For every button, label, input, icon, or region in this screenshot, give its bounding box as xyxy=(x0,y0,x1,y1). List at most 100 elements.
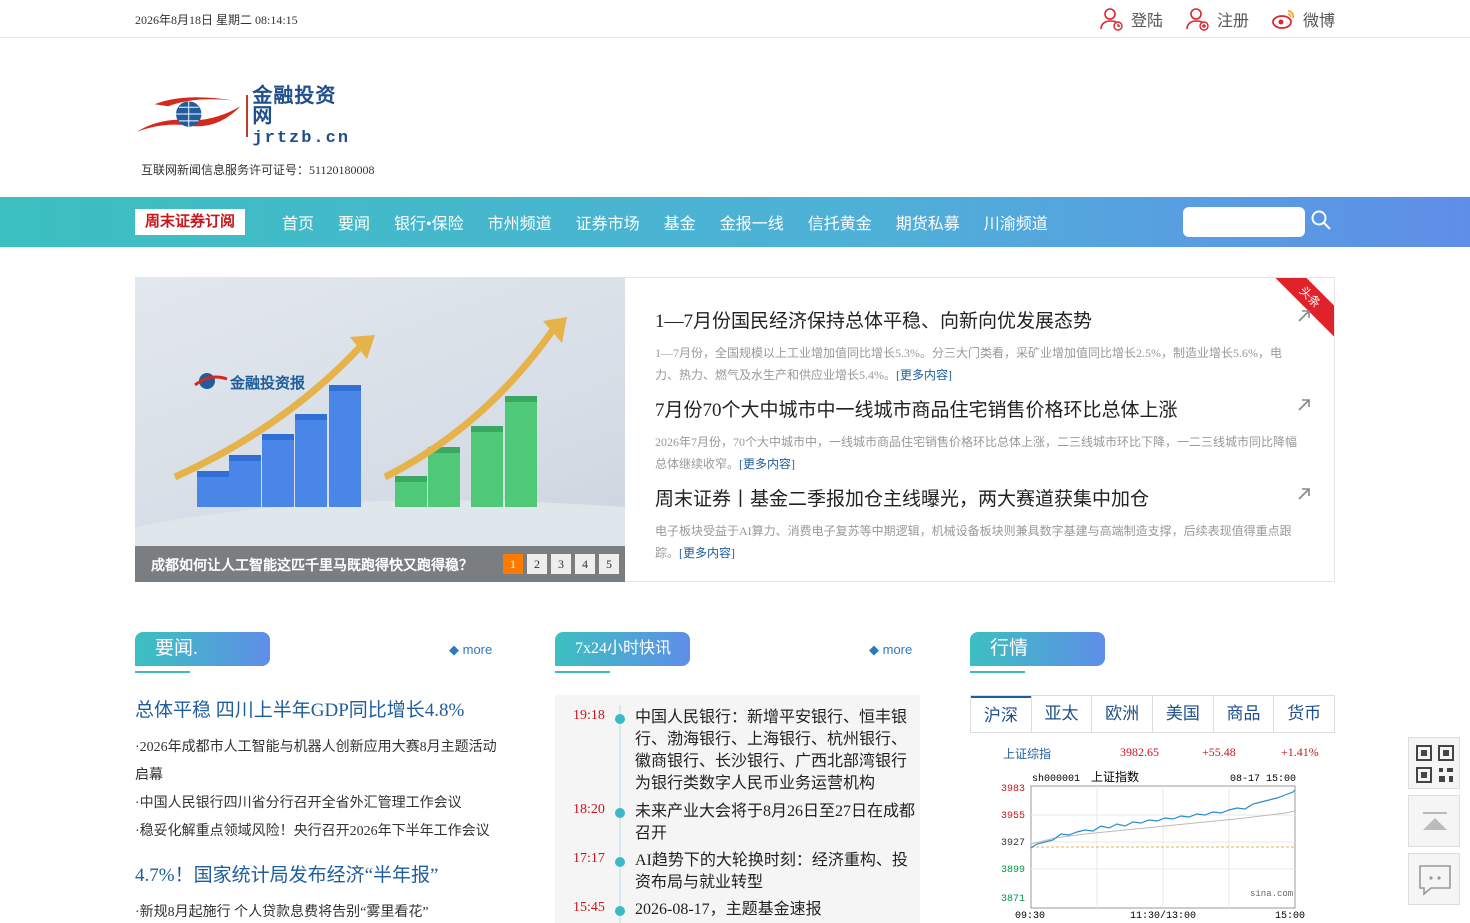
nav-menu: 首页 要闻 银行•保险 市州频道 证券市场 基金 金报一线 信托黄金 期货私募 … xyxy=(270,197,1060,247)
tab-asia-pacific[interactable]: 亚太 xyxy=(1030,696,1092,732)
slider-pager: 1 2 3 4 5 xyxy=(503,554,619,574)
chart-y-tick: 3927 xyxy=(1001,838,1025,849)
headline-more-link[interactable]: [更多内容] xyxy=(896,368,952,382)
nav-item-securities[interactable]: 证券市场 xyxy=(564,210,652,234)
register-link[interactable]: 注册 xyxy=(1185,6,1249,32)
index-percent: +1.41% xyxy=(1281,745,1319,759)
news-section-title: 要闻. xyxy=(135,632,270,666)
logo-en: jrtzb.cn xyxy=(252,128,351,148)
headline-more-link[interactable]: [更多内容] xyxy=(679,546,735,560)
chart-x-tick: 09:30 xyxy=(1015,911,1045,922)
nav-item-bank-insurance[interactable]: 银行•保险 xyxy=(382,210,476,234)
nav-item-fund[interactable]: 基金 xyxy=(652,210,708,234)
nav-item-home[interactable]: 首页 xyxy=(270,210,326,234)
news-item[interactable]: ·稳妥化解重点领域风险！央行召开2026年下半年工作会议 xyxy=(135,818,505,846)
login-link[interactable]: 登陆 xyxy=(1099,6,1163,32)
search-input[interactable] xyxy=(1183,207,1305,237)
headline-title[interactable]: 1—7月份国民经济保持总体平稳、向新向优发展态势 xyxy=(655,306,1300,333)
flash-text[interactable]: 中国人民银行：新增平安银行、恒丰银行、渤海银行、上海银行、杭州银行、徽商银行、长… xyxy=(635,707,917,795)
search-icon[interactable] xyxy=(1310,209,1332,231)
timeline-dot xyxy=(615,857,625,867)
news-more-link[interactable]: ◆ more xyxy=(449,642,492,658)
back-to-top-button[interactable] xyxy=(1408,795,1460,847)
site-logo[interactable]: 金融投资网 jrtzb.cn xyxy=(135,86,355,147)
flash-time: 15:45 xyxy=(573,900,605,915)
chart-date: 08-17 15:00 xyxy=(1230,774,1296,785)
weibo-label: 微博 xyxy=(1302,13,1335,30)
news-section-underline xyxy=(135,671,190,673)
timeline-dot xyxy=(615,808,625,818)
timeline-dot xyxy=(615,714,625,724)
market-tabs: 沪深 亚太 欧洲 美国 商品 货币 xyxy=(970,695,1335,733)
flash-more-link[interactable]: ◆ more xyxy=(869,642,912,658)
headline-more-link[interactable]: [更多内容] xyxy=(739,457,795,471)
news-item[interactable]: ·2026年成都市人工智能与机器人创新应用大赛8月主题活动启幕 xyxy=(135,734,505,790)
chart-y-tick: 3899 xyxy=(1001,865,1025,876)
weekend-subscribe-button[interactable]: 周末证券订阅 xyxy=(135,209,245,235)
news-item[interactable]: ·中国人民银行四川省分行召开全省外汇管理工作会议 xyxy=(135,790,505,818)
market-section-title: 行情 xyxy=(970,632,1105,666)
chart-x-tick: 15:00 xyxy=(1275,911,1305,922)
flash-text[interactable]: AI趋势下的大轮换时刻：经济重构、投资布局与就业转型 xyxy=(635,850,917,894)
external-arrow-icon[interactable] xyxy=(1296,397,1312,413)
flash-time: 18:20 xyxy=(573,802,605,817)
external-arrow-icon[interactable] xyxy=(1296,308,1312,324)
chart-y-tick: 3955 xyxy=(1001,811,1025,822)
slider-caption-bar: 成都如何让人工智能这匹千里马既跑得快又跑得稳？ 1 2 3 4 5 xyxy=(135,546,625,582)
news-lead[interactable]: 4.7%！国家统计局发布经济“半年报” xyxy=(135,860,505,887)
headline-desc: 1—7月份，全国规模以上工业增加值同比增长5.3%。分三大门类看，采矿业增加值同… xyxy=(655,342,1300,386)
flash-text[interactable]: 2026-08-17，主题基金速报 xyxy=(635,899,917,921)
flash-time: 17:17 xyxy=(573,851,605,866)
chart-y-tick: 3871 xyxy=(1001,894,1025,905)
flash-list: 19:18 中国人民银行：新增平安银行、恒丰银行、渤海银行、上海银行、杭州银行、… xyxy=(555,695,920,923)
slider-page-2[interactable]: 2 xyxy=(527,554,547,574)
add-user-icon xyxy=(1186,8,1209,31)
flash-text[interactable]: 未来产业大会将于8月26日至27日在成都召开 xyxy=(635,801,917,845)
feedback-button[interactable] xyxy=(1408,853,1460,905)
slider-image xyxy=(135,317,625,582)
slider-page-4[interactable]: 4 xyxy=(575,554,595,574)
qr-code-button[interactable] xyxy=(1408,737,1460,789)
nav-item-futures[interactable]: 期货私募 xyxy=(884,210,972,234)
timeline-dot xyxy=(615,906,625,916)
index-quote[interactable]: 上证综指 3982.65 +55.48 +1.41% xyxy=(1003,745,1323,762)
headline-title[interactable]: 周末证券丨基金二季报加仓主线曝光，两大赛道获集中加仓 xyxy=(655,484,1300,511)
chart-y-tick: 3983 xyxy=(1001,784,1025,795)
external-arrow-icon[interactable] xyxy=(1296,486,1312,502)
index-intraday-chart[interactable]: sh000001 上证指数 08-17 15:00 3983 3955 3927… xyxy=(995,768,1315,923)
tab-commodity[interactable]: 商品 xyxy=(1212,696,1274,732)
nav-item-news[interactable]: 要闻 xyxy=(326,210,382,234)
chart-x-tick: 11:30/13:00 xyxy=(1130,910,1196,922)
back-to-top-icon xyxy=(1423,812,1447,830)
chart-name: 上证指数 xyxy=(1091,769,1139,784)
chat-icon xyxy=(1419,865,1451,896)
headline-desc-text: 电子板块受益于AI算力、消费电子复苏等中期逻辑，机械设备板块则兼具数字基建与高端… xyxy=(655,524,1292,560)
tab-us[interactable]: 美国 xyxy=(1152,696,1213,732)
slider-page-5[interactable]: 5 xyxy=(599,554,619,574)
index-value: 3982.65 xyxy=(1120,745,1159,759)
headline-item: 7月份70个大中城市中一线城市商品住宅销售价格环比总体上涨 2026年7月份，7… xyxy=(655,395,1310,475)
headline-item: 1—7月份国民经济保持总体平稳、向新向优发展态势 1—7月份，全国规模以上工业增… xyxy=(655,306,1310,386)
headline-slider[interactable]: 金融投资报 成都如何让人工智能这匹千里马既跑得快又跑得稳？ 1 2 3 4 5 xyxy=(135,277,625,582)
top-headlines: 头条 1—7月份国民经济保持总体平稳、向新向优发展态势 1—7月份，全国规模以上… xyxy=(625,277,1335,582)
headline-desc: 电子板块受益于AI算力、消费电子复苏等中期逻辑，机械设备板块则兼具数字基建与高端… xyxy=(655,520,1300,564)
tab-europe[interactable]: 欧洲 xyxy=(1091,696,1152,732)
nav-item-trust-gold[interactable]: 信托黄金 xyxy=(796,210,884,234)
tab-currency[interactable]: 货币 xyxy=(1273,696,1334,732)
weibo-link[interactable]: 微博 xyxy=(1271,6,1335,32)
slider-page-3[interactable]: 3 xyxy=(551,554,571,574)
slider-caption[interactable]: 成都如何让人工智能这匹千里马既跑得快又跑得稳？ xyxy=(151,555,473,575)
user-icon xyxy=(1100,8,1123,31)
qr-code-icon xyxy=(1416,745,1454,783)
nav-item-frontline[interactable]: 金报一线 xyxy=(708,210,796,234)
logo-globe-icon xyxy=(136,97,241,132)
slider-page-1[interactable]: 1 xyxy=(503,554,523,574)
nav-item-city[interactable]: 市州频道 xyxy=(476,210,564,234)
flash-section-underline xyxy=(555,671,610,673)
news-item[interactable]: ·新规8月起施行 个人贷款息费将告别“雾里看花” xyxy=(135,899,505,923)
nav-item-chuanyu[interactable]: 川渝频道 xyxy=(972,210,1060,234)
market-section-underline xyxy=(970,671,1025,673)
headline-title[interactable]: 7月份70个大中城市中一线城市商品住宅销售价格环比总体上涨 xyxy=(655,395,1300,422)
tab-hushen[interactable]: 沪深 xyxy=(971,696,1031,732)
news-lead[interactable]: 总体平稳 四川上半年GDP同比增长4.8% xyxy=(135,695,505,722)
